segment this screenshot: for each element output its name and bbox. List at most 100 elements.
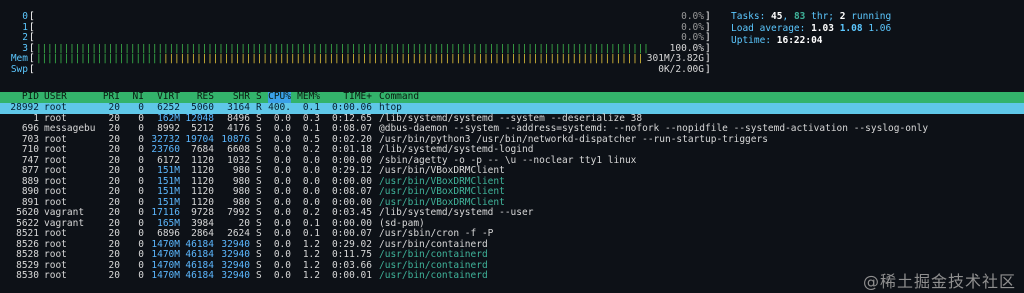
virt-cell: 17116 [151,207,180,218]
cpu3-bar: ||||||||||||||||||||||||||||||||||||||||… [36,43,648,54]
shr-cell: 6608 [227,144,250,155]
cpu-cell: 0.0 [273,228,291,239]
table-row[interactable]: 890 root 20 0 151M 1120 980 S 0.0 0.0 0:08.07/usr/… [0,186,1024,198]
res-cell: 5060 [191,102,214,113]
meter-value: 0.0% [681,32,704,43]
table-row[interactable]: 8521 root 20 0 6896 2864 2624 S 0.0 0.1 0:00.07/us… [0,228,1024,240]
col-user[interactable]: USER [44,91,67,103]
col-pid[interactable]: PID [22,91,39,103]
command-cell: /usr/bin/containerd [379,249,488,260]
res-cell: 2864 [191,228,214,239]
cpu0-meter: 0 [ 0.0% ] [22,11,711,22]
table-row-selected[interactable]: 28992 root 20 0 6252 5060 3164 R 400. 0.1 0:00.06 h… [0,102,1024,114]
res-cell: 1120 [191,186,214,197]
virt-cell: 1470M [151,249,180,260]
user-cell: root [44,249,67,260]
time-cell: 0:29.12 [331,165,372,176]
shr-cell: 3164 [227,102,250,113]
priority-cell: 20 [108,102,120,113]
time-cell: 0:03.45 [331,207,372,218]
priority-cell: 20 [108,165,120,176]
priority-cell: 20 [108,249,120,260]
priority-cell: 20 [108,144,120,155]
col-ni[interactable]: NI [133,91,144,103]
table-row[interactable]: 877 root 20 0 151M 1120 980 S 0.0 0.0 0:29.12/usr/… [0,165,1024,177]
col-virt[interactable]: VIRT [157,91,180,103]
mem-bar: ||||||||||||||||||||||||||||||||||||||||… [36,54,641,64]
res-cell: 46184 [185,270,214,281]
command-cell: /usr/bin/VBoxDRMClient [379,186,505,197]
col-state[interactable]: S [256,91,262,103]
nice-cell: 0 [138,102,144,113]
res-cell: 5212 [191,123,214,134]
meters-panel: 0 [ 0.0% ] 1 [ 0.0% ] 2 [ 0.0% ] 3 [ |||… [0,11,712,75]
meter-value: 0.0% [681,11,704,22]
col-mem[interactable]: MEM% [297,91,320,103]
pid-cell: 8530 [16,270,39,281]
pid-cell: 710 [21,144,39,155]
priority-cell: 20 [108,228,120,239]
priority-cell: 20 [108,123,120,134]
pid-cell: 28992 [10,102,39,113]
res-cell: 1120 [191,165,214,176]
col-res[interactable]: RES [197,91,214,103]
user-cell: root [44,102,67,113]
nice-cell: 0 [138,270,144,281]
col-shr[interactable]: SHR [233,91,250,103]
mem-cell: 0.1 [302,123,320,134]
state-cell: S [256,144,262,155]
col-cpu-sorted[interactable]: CPU% [268,91,291,103]
virt-cell: 151M [157,186,180,197]
state-cell: S [256,207,262,218]
mem-cell: 0.2 [302,144,320,155]
swap-meter: Swp [ 0K/2.00G ] [10,63,711,75]
cpu3-meter: 3 [ ||||||||||||||||||||||||||||||||||||… [22,42,711,54]
table-row[interactable]: 696 messagebu 20 0 8992 5212 4176 S 0.0 0.1 0:08.0… [0,123,1024,135]
time-cell: 0:00.07 [331,228,372,239]
cpu2-meter: 2 [ 0.0% ] [22,32,711,43]
table-row[interactable]: 747 root 20 0 6172 1120 1032 S 0.0 0.0 0:00.00/sbi… [0,155,1024,167]
table-row[interactable]: 710 root 20 0 23760 7684 6608 S 0.0 0.2 0:01.18/li… [0,144,1024,156]
nice-cell: 0 [138,228,144,239]
time-cell: 0:08.07 [331,186,372,197]
meter-value: 0K/2.00G [658,63,704,75]
command-cell: /lib/systemd/systemd-logind [379,144,534,155]
table-row[interactable]: 8528 root 20 0 1470M 46184 32940 S 0.0 1.2 0:11.75… [0,249,1024,261]
state-cell: S [256,249,262,260]
virt-cell: 1470M [151,270,180,281]
command-cell: /usr/sbin/cron -f -P [379,228,494,239]
priority-cell: 20 [108,207,120,218]
command-cell: @dbus-daemon --system --address=systemd:… [379,123,929,134]
res-cell: 7684 [191,144,214,155]
watermark: @稀土掘金技术社区 [862,271,1016,291]
user-cell: vagrant [44,207,85,218]
mem-cell: 0.1 [302,228,320,239]
table-row[interactable]: 889 root 20 0 151M 1120 980 S 0.0 0.0 0:00.00/usr/… [0,176,1024,188]
mem-cell: 1.2 [302,270,320,281]
res-cell: 46184 [185,249,214,260]
cpu-cell: 0.0 [273,270,291,281]
state-cell: S [256,123,262,134]
col-pri[interactable]: PRI [103,91,120,103]
user-cell: root [44,270,67,281]
time-cell: 0:00.06 [331,102,372,113]
mem-cell: 0.0 [302,186,320,197]
state-cell: R [256,102,262,113]
meter-label: Swp [10,63,28,75]
command-cell: htop [379,102,402,113]
col-time[interactable]: TIME+ [343,91,372,103]
res-cell: 9728 [191,207,214,218]
state-cell: S [256,228,262,239]
col-command[interactable]: Command [379,91,419,103]
user-cell: root [44,165,67,176]
meter-label: 0 [22,11,28,22]
cpu-cell: 0.0 [273,249,291,260]
pid-cell: 877 [21,165,39,176]
mem-cell: 0.1 [302,102,320,113]
state-cell: S [256,270,262,281]
virt-cell: 151M [157,165,180,176]
nice-cell: 0 [138,123,144,134]
time-cell: 0:11.75 [331,249,372,260]
table-row[interactable]: 5622 vagrant 20 0 165M 3984 20 S 0.0 0.1 0:00.00 (s… [0,218,1024,230]
table-row[interactable]: 5620 vagrant 20 0 17116 9728 7992 S 0.0 0.2 0:03.4… [0,207,1024,219]
